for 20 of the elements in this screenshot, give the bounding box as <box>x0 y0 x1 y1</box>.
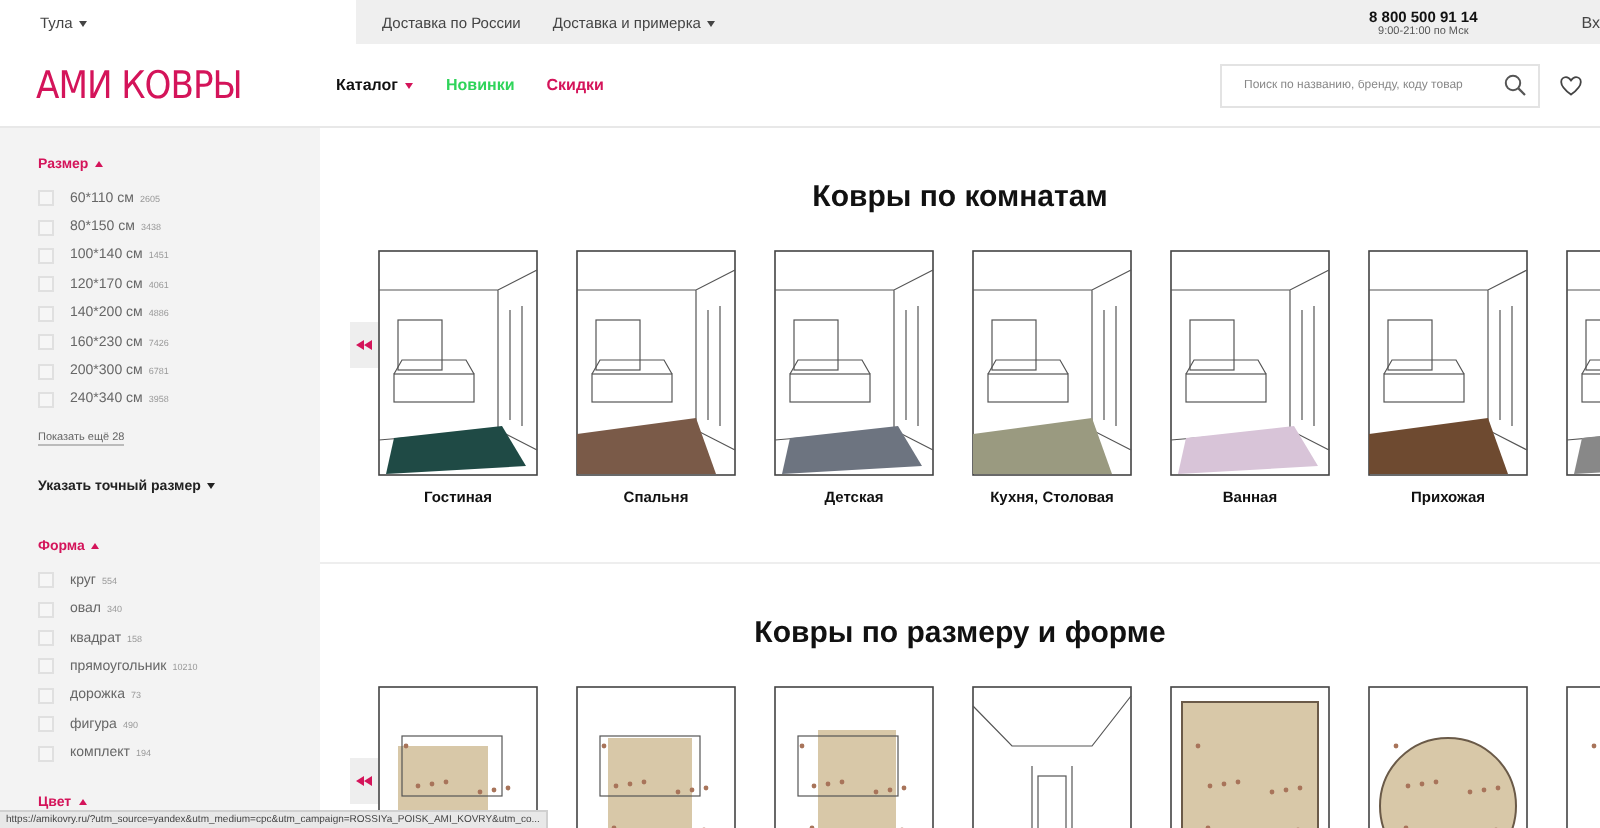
room-illustration[interactable] <box>774 250 934 476</box>
login-link[interactable]: Вх <box>1581 13 1600 31</box>
section-title: Ковры по размеру и форме <box>752 616 1168 650</box>
previous-button[interactable] <box>350 322 378 368</box>
search-icon[interactable] <box>1504 74 1526 96</box>
site-logo[interactable]: АМИ КОВРЫ <box>0 63 336 107</box>
room-illustration[interactable] <box>1368 250 1528 476</box>
caret-icon <box>404 81 414 90</box>
previous-button[interactable] <box>350 758 378 804</box>
section-title: Ковры по комнатам <box>810 180 1110 214</box>
nav-link[interactable]: Каталог <box>336 76 414 94</box>
nav-link[interactable]: Скидки <box>546 76 604 94</box>
room-illustration[interactable] <box>972 250 1132 476</box>
room-illustration[interactable] <box>576 250 736 476</box>
room-illustration[interactable] <box>1170 250 1330 476</box>
double-arrow-left-icon <box>356 340 372 350</box>
favorites-heart-icon[interactable] <box>1560 75 1582 95</box>
caret-icon <box>78 19 89 28</box>
double-arrow-left-icon <box>356 776 372 786</box>
room-illustration[interactable] <box>378 250 538 476</box>
